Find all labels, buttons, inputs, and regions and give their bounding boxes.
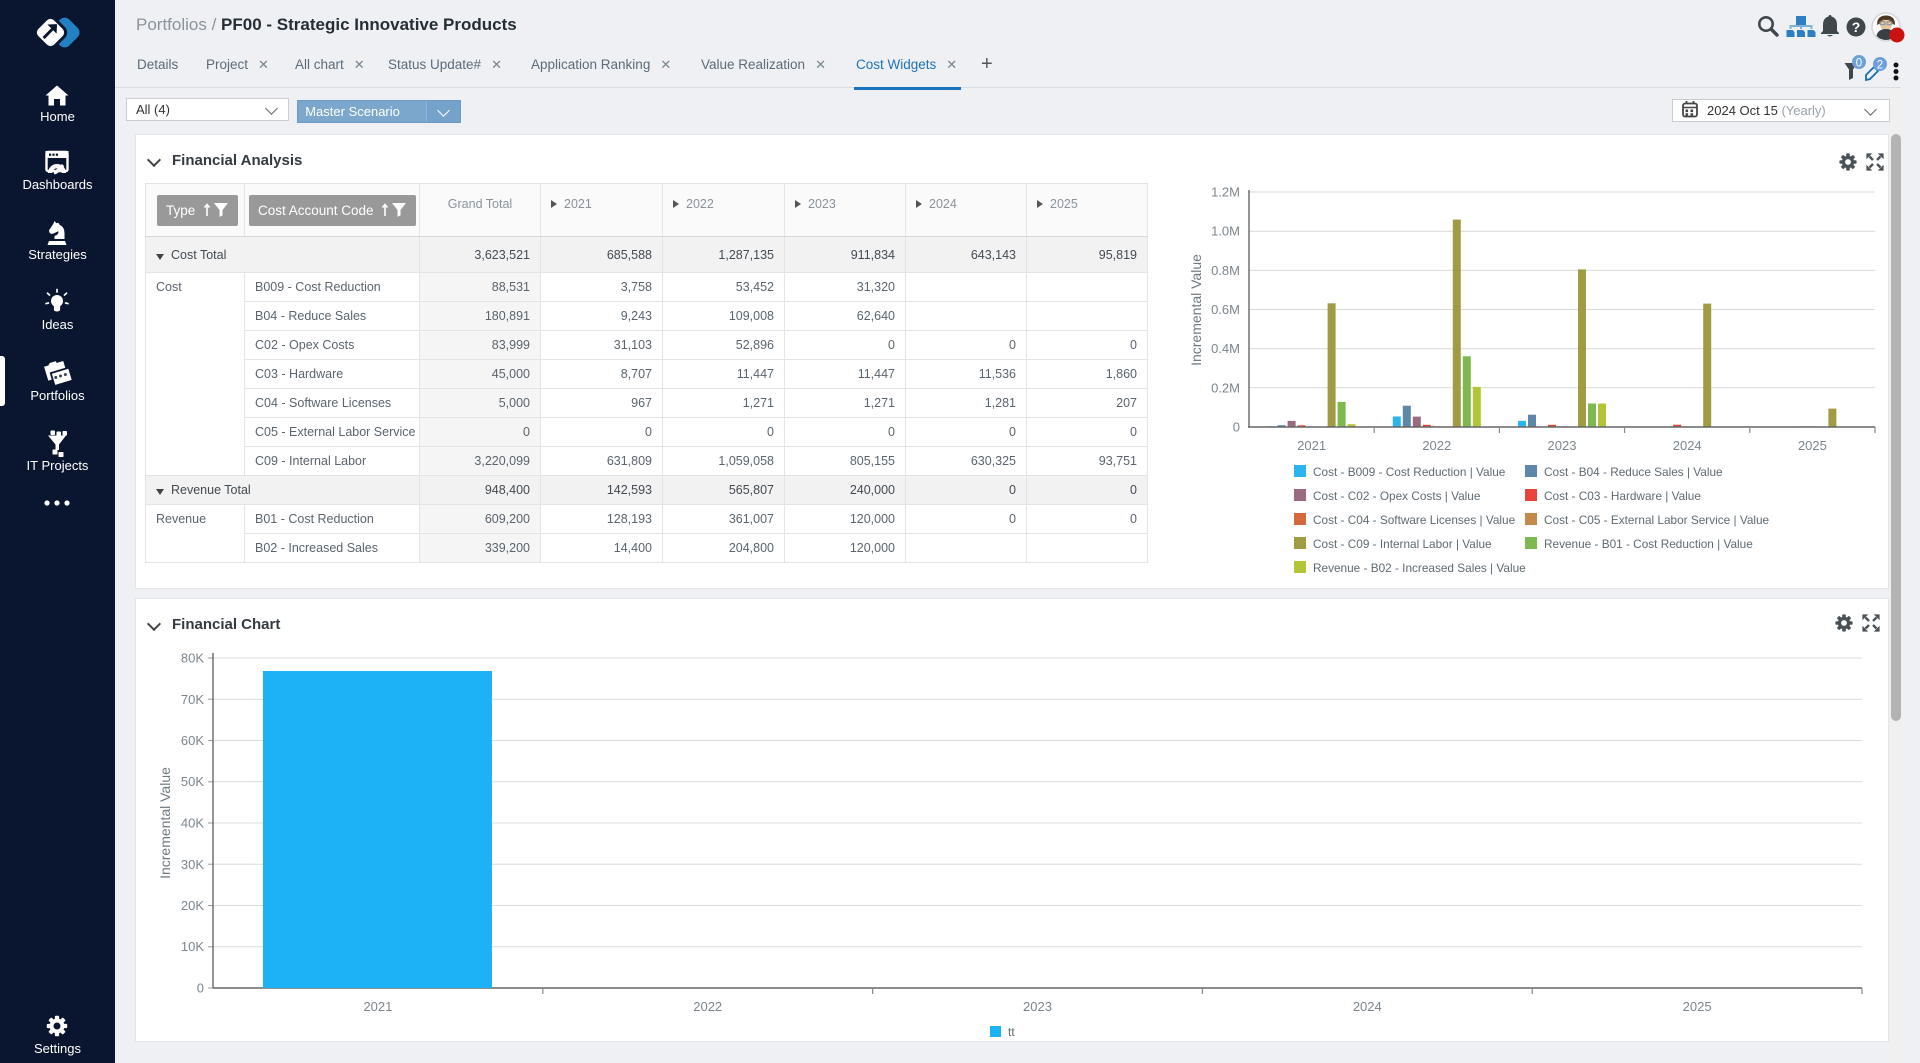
svg-text:?: ?: [1852, 19, 1861, 35]
svg-text:0: 0: [1856, 57, 1862, 69]
svg-text:2: 2: [1877, 59, 1883, 71]
